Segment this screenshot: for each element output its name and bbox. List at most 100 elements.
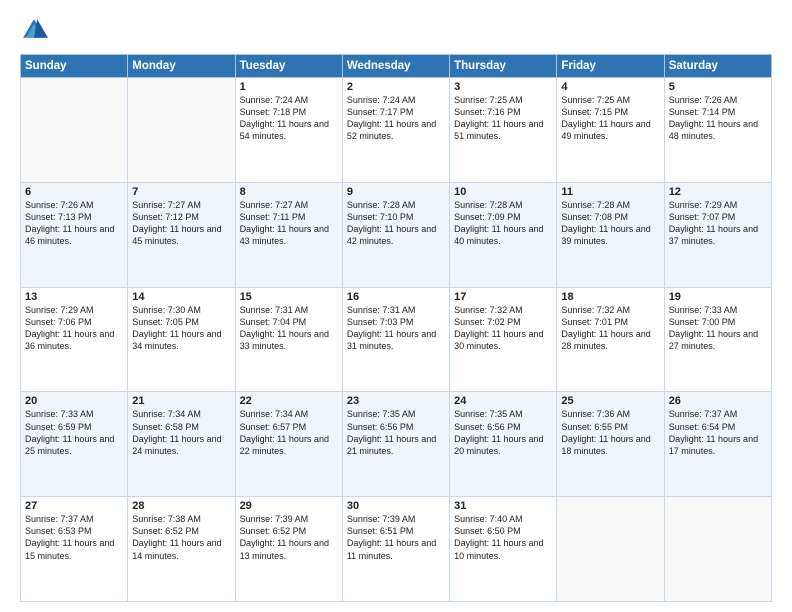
week-row-4: 20Sunrise: 7:33 AMSunset: 6:59 PMDayligh… [21,392,772,497]
day-number: 29 [240,500,338,512]
day-info: Sunrise: 7:27 AMSunset: 7:11 PMDaylight:… [240,199,338,248]
day-info: Sunrise: 7:32 AMSunset: 7:02 PMDaylight:… [454,304,552,353]
day-cell: 16Sunrise: 7:31 AMSunset: 7:03 PMDayligh… [342,287,449,392]
day-cell: 29Sunrise: 7:39 AMSunset: 6:52 PMDayligh… [235,497,342,602]
day-cell: 26Sunrise: 7:37 AMSunset: 6:54 PMDayligh… [664,392,771,497]
day-number: 21 [132,395,230,407]
day-cell: 31Sunrise: 7:40 AMSunset: 6:50 PMDayligh… [450,497,557,602]
day-info: Sunrise: 7:32 AMSunset: 7:01 PMDaylight:… [561,304,659,353]
day-cell: 30Sunrise: 7:39 AMSunset: 6:51 PMDayligh… [342,497,449,602]
day-number: 2 [347,81,445,93]
day-number: 3 [454,81,552,93]
day-number: 28 [132,500,230,512]
day-info: Sunrise: 7:26 AMSunset: 7:14 PMDaylight:… [669,94,767,143]
day-number: 1 [240,81,338,93]
day-number: 9 [347,186,445,198]
day-cell: 7Sunrise: 7:27 AMSunset: 7:12 PMDaylight… [128,182,235,287]
day-cell: 8Sunrise: 7:27 AMSunset: 7:11 PMDaylight… [235,182,342,287]
day-header-sunday: Sunday [21,55,128,78]
day-info: Sunrise: 7:24 AMSunset: 7:18 PMDaylight:… [240,94,338,143]
day-cell: 24Sunrise: 7:35 AMSunset: 6:56 PMDayligh… [450,392,557,497]
day-info: Sunrise: 7:37 AMSunset: 6:53 PMDaylight:… [25,513,123,562]
day-cell: 21Sunrise: 7:34 AMSunset: 6:58 PMDayligh… [128,392,235,497]
day-info: Sunrise: 7:25 AMSunset: 7:15 PMDaylight:… [561,94,659,143]
day-number: 10 [454,186,552,198]
day-number: 16 [347,291,445,303]
day-cell: 28Sunrise: 7:38 AMSunset: 6:52 PMDayligh… [128,497,235,602]
day-cell: 20Sunrise: 7:33 AMSunset: 6:59 PMDayligh… [21,392,128,497]
day-number: 27 [25,500,123,512]
day-cell: 2Sunrise: 7:24 AMSunset: 7:17 PMDaylight… [342,78,449,183]
day-cell [21,78,128,183]
day-cell: 23Sunrise: 7:35 AMSunset: 6:56 PMDayligh… [342,392,449,497]
day-number: 12 [669,186,767,198]
day-number: 23 [347,395,445,407]
day-cell [128,78,235,183]
day-header-thursday: Thursday [450,55,557,78]
day-info: Sunrise: 7:38 AMSunset: 6:52 PMDaylight:… [132,513,230,562]
day-cell: 11Sunrise: 7:28 AMSunset: 7:08 PMDayligh… [557,182,664,287]
day-number: 19 [669,291,767,303]
day-info: Sunrise: 7:34 AMSunset: 6:57 PMDaylight:… [240,408,338,457]
calendar: SundayMondayTuesdayWednesdayThursdayFrid… [20,54,772,602]
day-info: Sunrise: 7:31 AMSunset: 7:03 PMDaylight:… [347,304,445,353]
day-info: Sunrise: 7:28 AMSunset: 7:08 PMDaylight:… [561,199,659,248]
day-info: Sunrise: 7:33 AMSunset: 6:59 PMDaylight:… [25,408,123,457]
day-number: 8 [240,186,338,198]
day-info: Sunrise: 7:40 AMSunset: 6:50 PMDaylight:… [454,513,552,562]
day-cell: 13Sunrise: 7:29 AMSunset: 7:06 PMDayligh… [21,287,128,392]
day-cell: 6Sunrise: 7:26 AMSunset: 7:13 PMDaylight… [21,182,128,287]
header [20,16,772,44]
day-number: 15 [240,291,338,303]
day-number: 26 [669,395,767,407]
day-cell: 4Sunrise: 7:25 AMSunset: 7:15 PMDaylight… [557,78,664,183]
day-info: Sunrise: 7:26 AMSunset: 7:13 PMDaylight:… [25,199,123,248]
day-info: Sunrise: 7:24 AMSunset: 7:17 PMDaylight:… [347,94,445,143]
day-number: 13 [25,291,123,303]
day-number: 6 [25,186,123,198]
day-number: 11 [561,186,659,198]
day-info: Sunrise: 7:36 AMSunset: 6:55 PMDaylight:… [561,408,659,457]
day-info: Sunrise: 7:29 AMSunset: 7:07 PMDaylight:… [669,199,767,248]
day-number: 30 [347,500,445,512]
day-cell: 1Sunrise: 7:24 AMSunset: 7:18 PMDaylight… [235,78,342,183]
day-info: Sunrise: 7:29 AMSunset: 7:06 PMDaylight:… [25,304,123,353]
day-number: 24 [454,395,552,407]
day-cell: 3Sunrise: 7:25 AMSunset: 7:16 PMDaylight… [450,78,557,183]
day-info: Sunrise: 7:30 AMSunset: 7:05 PMDaylight:… [132,304,230,353]
day-number: 20 [25,395,123,407]
page: SundayMondayTuesdayWednesdayThursdayFrid… [0,0,792,612]
day-cell: 25Sunrise: 7:36 AMSunset: 6:55 PMDayligh… [557,392,664,497]
day-cell: 10Sunrise: 7:28 AMSunset: 7:09 PMDayligh… [450,182,557,287]
day-header-friday: Friday [557,55,664,78]
day-info: Sunrise: 7:25 AMSunset: 7:16 PMDaylight:… [454,94,552,143]
day-header-wednesday: Wednesday [342,55,449,78]
day-number: 4 [561,81,659,93]
week-row-2: 6Sunrise: 7:26 AMSunset: 7:13 PMDaylight… [21,182,772,287]
day-info: Sunrise: 7:37 AMSunset: 6:54 PMDaylight:… [669,408,767,457]
logo-icon [20,16,48,44]
week-row-5: 27Sunrise: 7:37 AMSunset: 6:53 PMDayligh… [21,497,772,602]
day-number: 7 [132,186,230,198]
day-number: 31 [454,500,552,512]
day-info: Sunrise: 7:39 AMSunset: 6:52 PMDaylight:… [240,513,338,562]
header-row: SundayMondayTuesdayWednesdayThursdayFrid… [21,55,772,78]
day-info: Sunrise: 7:27 AMSunset: 7:12 PMDaylight:… [132,199,230,248]
day-info: Sunrise: 7:34 AMSunset: 6:58 PMDaylight:… [132,408,230,457]
day-header-saturday: Saturday [664,55,771,78]
day-number: 17 [454,291,552,303]
day-cell: 12Sunrise: 7:29 AMSunset: 7:07 PMDayligh… [664,182,771,287]
logo [20,16,52,44]
week-row-1: 1Sunrise: 7:24 AMSunset: 7:18 PMDaylight… [21,78,772,183]
day-cell [664,497,771,602]
day-cell: 5Sunrise: 7:26 AMSunset: 7:14 PMDaylight… [664,78,771,183]
day-cell: 14Sunrise: 7:30 AMSunset: 7:05 PMDayligh… [128,287,235,392]
day-cell: 19Sunrise: 7:33 AMSunset: 7:00 PMDayligh… [664,287,771,392]
day-info: Sunrise: 7:28 AMSunset: 7:10 PMDaylight:… [347,199,445,248]
day-cell: 17Sunrise: 7:32 AMSunset: 7:02 PMDayligh… [450,287,557,392]
day-info: Sunrise: 7:33 AMSunset: 7:00 PMDaylight:… [669,304,767,353]
day-number: 18 [561,291,659,303]
day-cell [557,497,664,602]
day-info: Sunrise: 7:39 AMSunset: 6:51 PMDaylight:… [347,513,445,562]
day-cell: 15Sunrise: 7:31 AMSunset: 7:04 PMDayligh… [235,287,342,392]
